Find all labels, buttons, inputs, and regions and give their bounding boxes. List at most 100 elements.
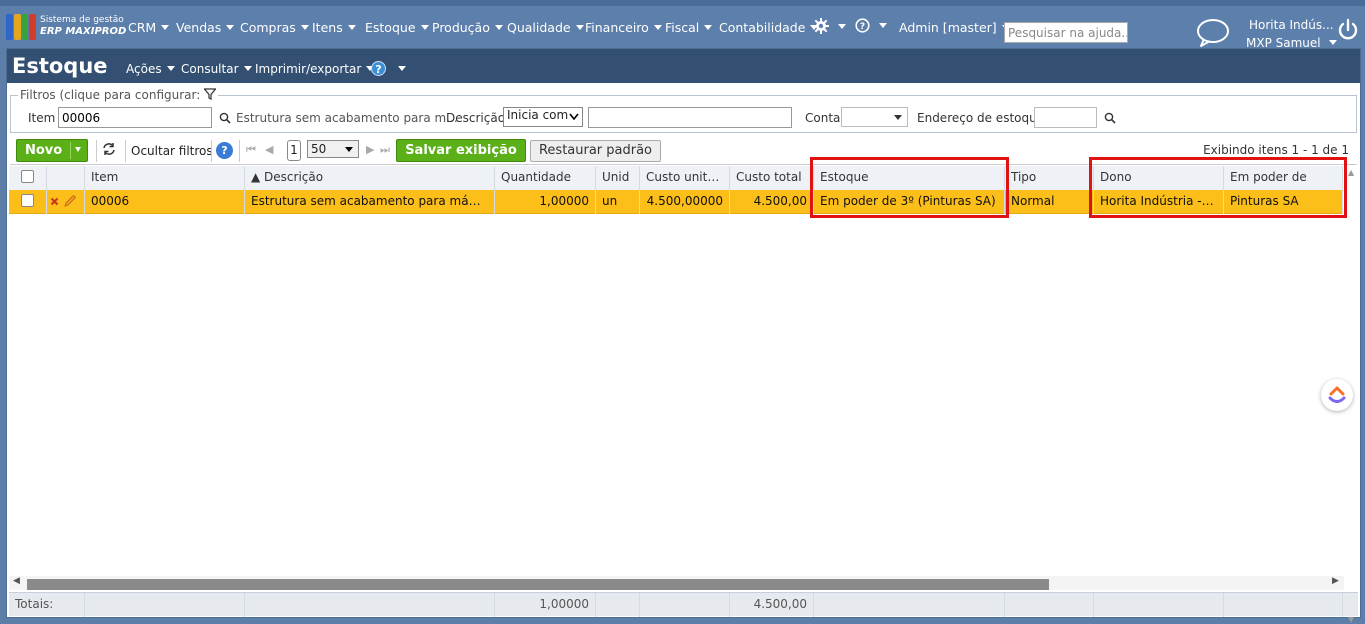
- stock-address-input[interactable]: [1034, 107, 1097, 128]
- search-icon[interactable]: [219, 112, 231, 124]
- help-menu[interactable]: ?: [855, 18, 887, 33]
- item-input[interactable]: [58, 107, 212, 128]
- column-header-custo-unitario[interactable]: Custo unitário: [640, 166, 730, 190]
- settings-menu[interactable]: [813, 18, 846, 34]
- company-name[interactable]: Horita Indús...: [1249, 18, 1334, 32]
- page-size-select[interactable]: 50: [307, 140, 359, 158]
- totals-empty: [1224, 593, 1343, 617]
- menu-financeiro[interactable]: Financeiro: [585, 20, 662, 35]
- column-header-quantidade[interactable]: Quantidade: [495, 166, 596, 190]
- column-header-unid[interactable]: Unid: [596, 166, 640, 190]
- description-mode-select[interactable]: Inicia com: [503, 107, 583, 127]
- edit-pencil-icon[interactable]: [63, 194, 77, 208]
- question-icon[interactable]: ?: [371, 61, 386, 76]
- svg-text:?: ?: [860, 22, 865, 32]
- admin-menu[interactable]: Admin [master]: [899, 20, 1010, 35]
- page-title: Estoque: [12, 54, 108, 78]
- totals-empty: [1005, 593, 1094, 617]
- floating-helper-icon[interactable]: [1321, 379, 1353, 411]
- menu-estoque[interactable]: Estoque: [365, 20, 429, 35]
- horizontal-scroll-thumb[interactable]: [27, 579, 1049, 590]
- column-header-estoque[interactable]: Estoque: [814, 166, 1005, 190]
- power-icon[interactable]: [1337, 18, 1359, 42]
- menu-vendas[interactable]: Vendas: [176, 20, 235, 35]
- last-page-icon[interactable]: ⏭: [380, 143, 390, 157]
- column-header-descricao[interactable]: ▲ Descrição: [245, 166, 495, 190]
- refresh-icon[interactable]: [102, 142, 116, 160]
- save-view-button[interactable]: Salvar exibição: [396, 139, 526, 162]
- cell-em-poder-de: Pinturas SA: [1224, 190, 1343, 214]
- filter-icon[interactable]: [203, 88, 217, 100]
- search-icon[interactable]: [1104, 112, 1116, 124]
- next-page-icon[interactable]: ▶: [366, 143, 374, 156]
- table-row[interactable]: 00006 Estrutura sem acabamento para máqu…: [9, 190, 1343, 214]
- column-header-custo-total[interactable]: Custo total: [730, 166, 814, 190]
- top-navigation-bar: Sistema de gestão ERP MAXIPROD CRM Venda…: [0, 0, 1365, 50]
- page-number-input[interactable]: 1: [287, 140, 301, 161]
- grid-toolbar: Novo Ocultar filtros ? ⏮ ◀ 1 50 ▶ ⏭ Salv…: [10, 137, 1357, 165]
- header-actions: [47, 166, 85, 190]
- totals-custo-total: 4.500,00: [730, 593, 814, 617]
- totals-empty: [1094, 593, 1224, 617]
- prev-page-icon[interactable]: ◀: [265, 143, 273, 156]
- logo-line2: ERP MAXIPROD: [40, 26, 127, 37]
- item-label: Item: [28, 111, 56, 125]
- totals-quantidade: 1,00000: [495, 593, 596, 617]
- print-export-menu[interactable]: Imprimir/exportar: [255, 62, 375, 76]
- menu-producao[interactable]: Produção: [432, 20, 503, 35]
- description-label: Descrição: [446, 111, 506, 125]
- cell-dono: Horita Indústria - H...: [1094, 190, 1224, 214]
- filters-legend[interactable]: Filtros (clique para configurar:: [18, 88, 219, 102]
- gear-icon: [813, 18, 829, 34]
- help-search-input[interactable]: [1004, 22, 1128, 43]
- horizontal-scrollbar[interactable]: ◀ ▶: [9, 576, 1344, 590]
- account-select[interactable]: [841, 107, 908, 127]
- column-header-em-poder-de[interactable]: Em poder de: [1224, 166, 1343, 190]
- question-icon: ?: [855, 18, 870, 33]
- menu-fiscal[interactable]: Fiscal: [665, 20, 713, 35]
- column-header-tipo[interactable]: Tipo: [1005, 166, 1094, 190]
- grid-header-row: Item ▲ Descrição Quantidade Unid Custo u…: [9, 166, 1343, 190]
- chevron-down-icon: [569, 113, 579, 121]
- totals-empty: [640, 593, 730, 617]
- cell-descricao: Estrutura sem acabamento para máquina ..…: [245, 190, 495, 214]
- question-icon[interactable]: ?: [216, 142, 233, 159]
- scroll-right-arrow[interactable]: ▶: [1332, 576, 1339, 586]
- chat-bubble-icon[interactable]: [1195, 18, 1231, 48]
- totals-empty: [245, 593, 495, 617]
- select-all-checkbox[interactable]: [9, 166, 47, 190]
- cell-estoque: Em poder de 3º (Pinturas SA): [814, 190, 1005, 214]
- cell-tipo: Normal: [1005, 190, 1094, 214]
- cell-custo-unitario: 4.500,00000: [640, 190, 730, 214]
- first-page-icon[interactable]: ⏮: [246, 143, 256, 157]
- toolbar-separator: [125, 140, 126, 162]
- restore-default-button[interactable]: Restaurar padrão: [530, 140, 661, 162]
- actions-menu[interactable]: Ações: [126, 62, 175, 76]
- description-input[interactable]: [588, 107, 792, 128]
- menu-qualidade[interactable]: Qualidade: [507, 20, 584, 35]
- delete-icon[interactable]: [50, 197, 59, 206]
- row-actions: [47, 190, 85, 214]
- totals-empty: [814, 593, 1005, 617]
- toolbar-separator: [239, 140, 240, 162]
- scroll-left-arrow[interactable]: ◀: [13, 576, 20, 586]
- new-button[interactable]: Novo: [16, 139, 88, 162]
- consult-menu[interactable]: Consultar: [181, 62, 252, 76]
- hide-filters-button[interactable]: Ocultar filtros: [131, 144, 213, 158]
- menu-contabilidade[interactable]: Contabilidade: [719, 20, 819, 35]
- logo-line1: Sistema de gestão: [40, 15, 124, 25]
- menu-crm[interactable]: CRM: [128, 20, 170, 35]
- totals-empty: [596, 593, 640, 617]
- column-header-item[interactable]: Item: [85, 166, 245, 190]
- filters-panel: Filtros (clique para configurar: Item Es…: [10, 88, 1357, 133]
- column-header-dono[interactable]: Dono: [1094, 166, 1224, 190]
- menu-itens[interactable]: Itens: [312, 20, 356, 35]
- stock-address-label: Endereço de estoque: [917, 111, 1045, 125]
- page-header: Estoque Ações Consultar Imprimir/exporta…: [7, 49, 1360, 83]
- menu-compras[interactable]: Compras: [240, 20, 309, 35]
- totals-row: Totais: 1,00000 4.500,00: [9, 592, 1358, 617]
- help-dropdown[interactable]: [393, 62, 406, 76]
- row-checkbox[interactable]: [9, 190, 47, 214]
- clickup-icon: [1328, 386, 1346, 403]
- showing-items-text: Exibindo itens 1 - 1 de 1: [1203, 143, 1349, 157]
